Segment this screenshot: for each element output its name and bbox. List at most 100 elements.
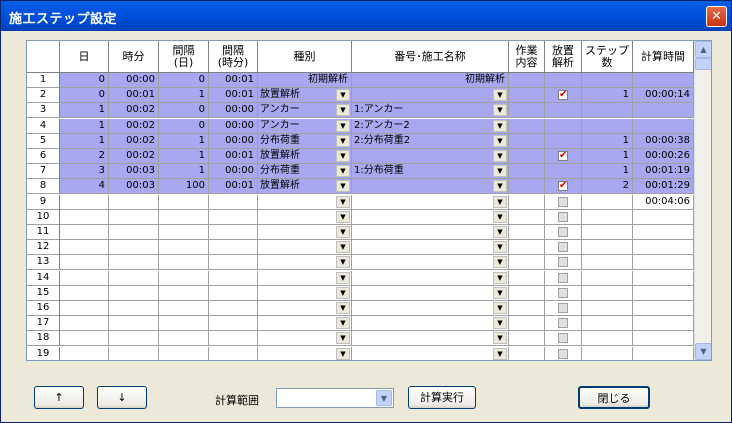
chevron-down-icon[interactable]: ▼ <box>336 332 350 344</box>
grid-cell-day[interactable] <box>60 301 109 316</box>
grid-cell-solve[interactable] <box>545 195 582 210</box>
solve-checkbox[interactable] <box>558 197 568 207</box>
grid-cell-name[interactable]: ▼ <box>352 331 509 346</box>
grid-cell-time[interactable] <box>109 240 159 255</box>
solve-checkbox[interactable] <box>558 88 568 102</box>
grid-cell-int_time[interactable] <box>209 225 258 240</box>
chevron-down-icon[interactable]: ▼ <box>493 150 507 162</box>
chevron-down-icon[interactable]: ▼ <box>336 287 350 299</box>
grid-cell-int_day[interactable]: 1 <box>159 88 209 103</box>
chevron-down-icon[interactable]: ▼ <box>336 180 350 192</box>
grid-cell-steps[interactable] <box>582 225 633 240</box>
grid-cell-int_time[interactable] <box>209 210 258 225</box>
grid-cell-calc[interactable] <box>633 347 694 360</box>
grid-cell-day[interactable]: 0 <box>60 73 109 88</box>
grid-cell-steps[interactable] <box>582 316 633 331</box>
grid-cell-time[interactable] <box>109 286 159 301</box>
grid-cell-int_time[interactable] <box>209 331 258 346</box>
move-up-button[interactable]: ↑ <box>34 386 84 409</box>
grid-cell-calc[interactable] <box>633 240 694 255</box>
grid-cell-solve[interactable] <box>545 73 582 88</box>
grid-cell-int_time[interactable] <box>209 316 258 331</box>
grid-cell-name[interactable]: ▼ <box>352 210 509 225</box>
chevron-down-icon[interactable]: ▼ <box>493 104 507 116</box>
grid-cell-name[interactable]: ▼ <box>352 88 509 103</box>
grid-cell-int_time[interactable]: 00:01 <box>209 179 258 194</box>
solve-checkbox[interactable] <box>558 212 568 222</box>
solve-checkbox[interactable] <box>558 318 568 328</box>
grid-cell-day[interactable] <box>60 271 109 286</box>
grid-cell-work[interactable] <box>509 179 545 194</box>
grid-cell-calc[interactable] <box>633 225 694 240</box>
grid-cell-steps[interactable] <box>582 210 633 225</box>
grid-cell-calc[interactable]: 00:00:38 <box>633 134 694 149</box>
grid-cell-int_day[interactable]: 100 <box>159 179 209 194</box>
grid-cell-steps[interactable]: 1 <box>582 164 633 179</box>
grid-cell-day[interactable] <box>60 255 109 270</box>
grid-cell-calc[interactable] <box>633 301 694 316</box>
grid-cell-calc[interactable] <box>633 271 694 286</box>
grid-cell-name[interactable]: 2:アンカー2 ▼ <box>352 119 509 134</box>
solve-checkbox[interactable] <box>558 288 568 298</box>
grid-cell-solve[interactable] <box>545 240 582 255</box>
chevron-down-icon[interactable]: ▼ <box>493 241 507 253</box>
chevron-down-icon[interactable]: ▼ <box>336 226 350 238</box>
grid-cell-day[interactable] <box>60 225 109 240</box>
grid-cell-calc[interactable]: 00:01:19 <box>633 164 694 179</box>
grid-cell-name[interactable]: ▼ <box>352 149 509 164</box>
chevron-down-icon[interactable]: ▼ <box>336 348 350 360</box>
grid-cell-work[interactable] <box>509 286 545 301</box>
grid-cell-day[interactable]: 1 <box>60 103 109 118</box>
chevron-down-icon[interactable]: ▼ <box>493 89 507 101</box>
grid-cell-solve[interactable] <box>545 255 582 270</box>
grid-cell-int_day[interactable] <box>159 331 209 346</box>
grid-cell-int_time[interactable]: 00:01 <box>209 88 258 103</box>
grid-cell-work[interactable] <box>509 331 545 346</box>
grid-cell-int_day[interactable]: 1 <box>159 164 209 179</box>
grid-cell-int_day[interactable] <box>159 240 209 255</box>
grid-cell-type[interactable]: 分布荷重 ▼ <box>258 134 352 149</box>
chevron-down-icon[interactable]: ▼ <box>336 135 350 147</box>
grid-cell-day[interactable]: 1 <box>60 134 109 149</box>
chevron-down-icon[interactable]: ▼ <box>336 89 350 101</box>
chevron-down-icon[interactable]: ▼ <box>376 390 392 406</box>
grid-cell-type[interactable]: ▼ <box>258 195 352 210</box>
grid-cell-steps[interactable] <box>582 119 633 134</box>
chevron-down-icon[interactable]: ▼ <box>336 211 350 223</box>
grid-cell-name[interactable]: ▼ <box>352 240 509 255</box>
grid-cell-time[interactable]: 00:01 <box>109 88 159 103</box>
chevron-down-icon[interactable]: ▼ <box>493 287 507 299</box>
grid-cell-int_time[interactable] <box>209 255 258 270</box>
grid-cell-int_day[interactable] <box>159 255 209 270</box>
grid-cell-name[interactable]: 1:アンカー ▼ <box>352 103 509 118</box>
chevron-down-icon[interactable]: ▼ <box>493 332 507 344</box>
grid-cell-solve[interactable] <box>545 316 582 331</box>
grid-cell-name[interactable]: ▼ <box>352 347 509 360</box>
scroll-thumb[interactable] <box>695 58 711 70</box>
grid-cell-solve[interactable] <box>545 134 582 149</box>
grid-cell-work[interactable] <box>509 255 545 270</box>
grid-cell-type[interactable]: ▼ <box>258 210 352 225</box>
grid-cell-int_day[interactable] <box>159 347 209 360</box>
grid-cell-solve[interactable] <box>545 179 582 194</box>
grid-cell-day[interactable]: 4 <box>60 179 109 194</box>
grid-cell-type[interactable]: 放置解析 ▼ <box>258 88 352 103</box>
grid-cell-steps[interactable] <box>582 286 633 301</box>
grid-cell-solve[interactable] <box>545 271 582 286</box>
grid-cell-int_day[interactable] <box>159 301 209 316</box>
grid-cell-solve[interactable] <box>545 119 582 134</box>
grid-cell-type[interactable]: ▼ <box>258 331 352 346</box>
chevron-down-icon[interactable]: ▼ <box>493 272 507 284</box>
grid-cell-time[interactable]: 00:00 <box>109 73 159 88</box>
grid-cell-solve[interactable] <box>545 301 582 316</box>
chevron-down-icon[interactable]: ▼ <box>336 317 350 329</box>
grid-cell-type[interactable]: ▼ <box>258 225 352 240</box>
chevron-down-icon[interactable]: ▼ <box>336 256 350 268</box>
grid-cell-calc[interactable] <box>633 210 694 225</box>
grid-cell-calc[interactable] <box>633 119 694 134</box>
chevron-down-icon[interactable]: ▼ <box>493 317 507 329</box>
grid-cell-solve[interactable] <box>545 149 582 164</box>
grid-cell-time[interactable] <box>109 225 159 240</box>
grid-cell-work[interactable] <box>509 119 545 134</box>
chevron-down-icon[interactable]: ▼ <box>336 150 350 162</box>
